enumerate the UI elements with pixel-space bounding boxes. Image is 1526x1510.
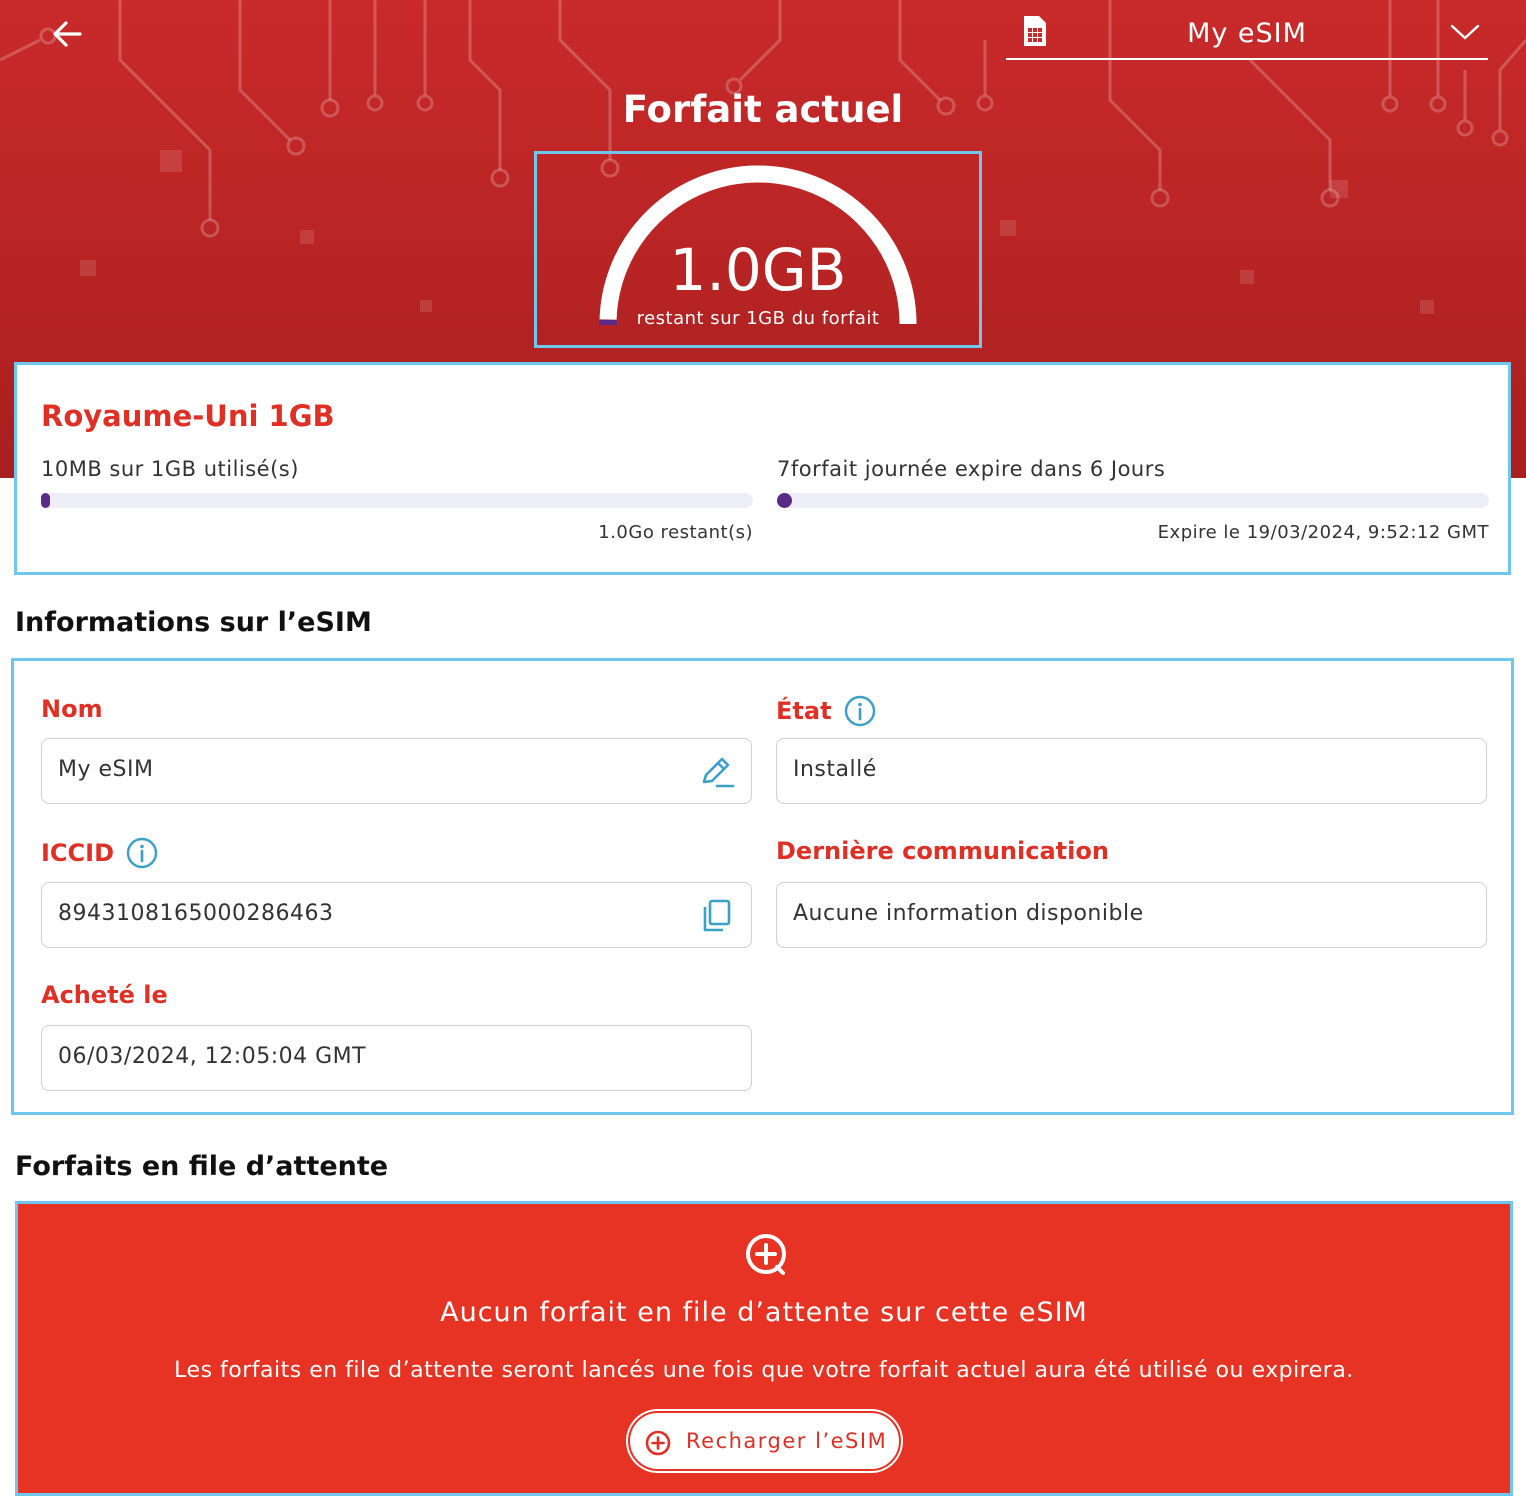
expiry-label: Expire le 19/03/2024, 9:52:12 GMT xyxy=(1157,522,1489,543)
usage-progress-fill xyxy=(41,493,50,508)
plan-name: Royaume-Uni 1GB xyxy=(41,399,335,433)
purchased-label: Acheté le xyxy=(41,981,168,1009)
selected-esim-label: My eSIM xyxy=(1187,18,1307,49)
last-communication-field: Aucune information disponible xyxy=(776,882,1487,948)
validity-block: 7forfait journée expire dans 6 Jours Exp… xyxy=(777,457,1489,543)
last-communication-label-text: Dernière communication xyxy=(776,837,1109,865)
name-label-text: Nom xyxy=(41,695,103,723)
state-label-text: État xyxy=(776,697,832,725)
last-communication-value: Aucune information disponible xyxy=(793,901,1144,926)
add-circle-icon xyxy=(645,1430,671,1456)
recharge-button-label: Recharger l’eSIM xyxy=(686,1429,888,1453)
name-field[interactable]: My eSIM xyxy=(41,738,752,804)
last-communication-label: Dernière communication xyxy=(776,837,1109,865)
data-usage-block: 10MB sur 1GB utilisé(s) 1.0Go restant(s) xyxy=(41,457,753,543)
sim-card-icon xyxy=(1024,16,1046,46)
arrow-left-icon xyxy=(53,21,82,47)
state-field: Installé xyxy=(776,738,1487,804)
current-plan-card: Royaume-Uni 1GB 10MB sur 1GB utilisé(s) … xyxy=(14,362,1511,575)
queued-plans-card: Aucun forfait en file d’attente sur cett… xyxy=(15,1201,1513,1496)
state-value: Installé xyxy=(793,757,877,782)
copy-icon[interactable] xyxy=(699,899,735,933)
info-circle-icon[interactable] xyxy=(126,837,158,869)
iccid-value: 8943108165000286463 xyxy=(58,901,334,926)
purchased-value: 06/03/2024, 12:05:04 GMT xyxy=(58,1044,367,1069)
esim-selector[interactable]: My eSIM xyxy=(1006,10,1488,60)
name-label: Nom xyxy=(41,695,103,723)
purchased-field: 06/03/2024, 12:05:04 GMT xyxy=(41,1025,752,1091)
usage-progress-bar xyxy=(41,493,753,508)
recharge-esim-button[interactable]: Recharger l’eSIM xyxy=(628,1411,901,1471)
back-button[interactable] xyxy=(50,16,86,52)
esim-info-card: Nom My eSIM État Installé ICCID 89431081… xyxy=(11,658,1514,1115)
validity-progress-marker xyxy=(777,493,792,508)
usage-label: 10MB sur 1GB utilisé(s) xyxy=(41,457,299,481)
data-remaining-gauge: 1.0GB restant sur 1GB du forfait xyxy=(534,151,982,348)
state-label: État xyxy=(776,695,876,727)
iccid-label-text: ICCID xyxy=(41,839,115,867)
queue-empty-description: Les forfaits en file d’attente seront la… xyxy=(174,1358,1354,1383)
info-circle-icon[interactable] xyxy=(844,695,876,727)
gauge-subtitle: restant sur 1GB du forfait xyxy=(636,308,880,329)
chevron-down-icon xyxy=(1450,24,1480,40)
queued-plans-heading: Forfaits en file d’attente xyxy=(15,1151,389,1182)
iccid-field: 8943108165000286463 xyxy=(41,882,752,948)
name-value: My eSIM xyxy=(58,757,154,782)
validity-label: 7forfait journée expire dans 6 Jours xyxy=(777,457,1166,481)
remaining-label: 1.0Go restant(s) xyxy=(598,522,753,543)
page-title: Forfait actuel xyxy=(622,88,904,131)
esim-info-heading: Informations sur l’eSIM xyxy=(15,607,372,638)
iccid-label: ICCID xyxy=(41,837,158,869)
add-circle-icon xyxy=(746,1234,786,1275)
validity-progress-bar xyxy=(777,493,1489,508)
edit-pencil-icon[interactable] xyxy=(699,755,735,789)
purchased-label-text: Acheté le xyxy=(41,981,168,1009)
queue-empty-title: Aucun forfait en file d’attente sur cett… xyxy=(440,1297,1088,1328)
gauge-value: 1.0GB xyxy=(669,236,847,304)
